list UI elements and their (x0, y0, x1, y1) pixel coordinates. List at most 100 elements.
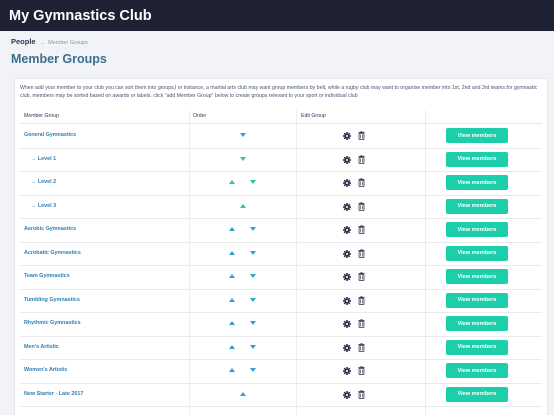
gear-icon[interactable] (343, 155, 351, 164)
column-header-edit-group: Edit Group (301, 113, 326, 119)
trash-icon[interactable] (358, 154, 365, 164)
breadcrumb-separator: → (39, 40, 46, 46)
arrow-down-icon[interactable] (250, 227, 256, 231)
arrow-down-icon[interactable] (250, 321, 256, 325)
table-row: → Level 2 View members (20, 171, 542, 196)
gear-icon[interactable] (343, 390, 351, 399)
gear-icon[interactable] (343, 249, 351, 258)
group-name-link[interactable]: → Level 1 (31, 156, 56, 162)
table-header: Member Group Order Edit Group (20, 110, 542, 124)
arrow-up-icon[interactable] (229, 321, 235, 325)
view-members-button[interactable]: View members (446, 269, 508, 284)
trash-icon[interactable] (358, 248, 365, 258)
trash-icon[interactable] (358, 342, 365, 352)
breadcrumb: People → Member Groups (0, 31, 554, 46)
trash-icon[interactable] (358, 272, 365, 281)
view-members-button[interactable]: View members (446, 339, 508, 355)
gear-icon[interactable] (343, 179, 351, 187)
trash-icon[interactable] (358, 131, 365, 140)
page-description: When add your member to your club you ca… (20, 85, 538, 100)
group-name-link[interactable]: Team Gymnastics (24, 273, 70, 279)
view-members-button[interactable]: View members (446, 222, 508, 237)
order-controls (189, 383, 296, 407)
table-row: Acrobatic Gymnastics View members (20, 242, 542, 266)
order-controls (189, 242, 296, 266)
arrow-up-icon[interactable] (229, 250, 235, 255)
view-members-button[interactable]: View members (446, 128, 508, 143)
arrow-up-icon[interactable] (229, 368, 235, 372)
column-header-member-group: Member Group (24, 113, 59, 119)
group-name-link[interactable]: New Starter - Late 2017 (24, 391, 83, 397)
trash-icon[interactable] (358, 319, 365, 328)
gear-icon[interactable] (343, 273, 351, 281)
member-groups-card: When add your member to your club you ca… (14, 78, 548, 415)
page-title: Member Groups (11, 52, 107, 66)
arrow-up-icon[interactable] (229, 344, 235, 349)
table-row: New Starter - Late 2017 View members (20, 383, 542, 407)
gear-icon[interactable] (343, 367, 351, 375)
arrow-down-icon[interactable] (250, 274, 256, 278)
arrow-down-icon[interactable] (240, 156, 246, 161)
group-name-link[interactable]: Aerobic Gymnastics (24, 226, 76, 232)
group-name-link[interactable]: → Level 3 (31, 203, 56, 209)
arrow-down-icon[interactable] (250, 250, 256, 255)
view-members-button[interactable]: View members (446, 175, 508, 190)
gear-icon[interactable] (343, 320, 351, 328)
view-members-button[interactable]: View members (446, 245, 508, 261)
trash-icon[interactable] (358, 201, 365, 211)
trash-icon[interactable] (358, 389, 365, 399)
table-row: Aerobic Gymnastics View members (20, 218, 542, 243)
table-row: Rhythmic Gymnastics View members (20, 312, 542, 337)
view-members-button[interactable]: View members (446, 316, 508, 331)
arrow-down-icon[interactable] (250, 180, 256, 184)
group-name-link[interactable]: Women's Artistic (24, 367, 68, 373)
view-members-button[interactable]: View members (446, 363, 508, 378)
table-row: General Gymnastics View members (20, 124, 542, 149)
arrow-up-icon[interactable] (240, 391, 246, 396)
breadcrumb-member-groups: Member Groups (48, 40, 88, 46)
table-row: Tumbling Gymnastics View members (20, 289, 542, 313)
arrow-up-icon[interactable] (229, 227, 235, 231)
column-header-order: Order (193, 113, 207, 119)
trash-icon[interactable] (358, 225, 365, 234)
view-members-button[interactable]: View members (446, 151, 508, 167)
group-name-link[interactable]: General Gymnastics (24, 132, 76, 138)
arrow-up-icon[interactable] (229, 180, 235, 184)
order-controls (189, 124, 296, 148)
gear-icon[interactable] (343, 226, 351, 234)
breadcrumb-people[interactable]: People (11, 37, 36, 46)
view-members-button[interactable]: View members (446, 386, 508, 402)
order-controls (189, 195, 296, 219)
table-row: → Level 3 View members (20, 195, 542, 219)
group-name-link[interactable]: Rhythmic Gymnastics (24, 320, 81, 326)
group-name-link[interactable]: → Level 2 (31, 179, 56, 185)
order-controls (189, 336, 296, 360)
arrow-down-icon[interactable] (250, 344, 256, 349)
app-title[interactable]: My Gymnastics Club (9, 8, 152, 24)
arrow-up-icon[interactable] (229, 274, 235, 278)
order-controls (189, 171, 296, 195)
gear-icon[interactable] (343, 296, 351, 305)
order-controls (189, 312, 296, 336)
group-name-link[interactable]: Tumbling Gymnastics (24, 297, 80, 303)
group-name-link[interactable]: Acrobatic Gymnastics (24, 250, 81, 256)
arrow-up-icon[interactable] (229, 297, 235, 302)
trash-icon[interactable] (358, 295, 365, 305)
table-row: Men's Artistic View members (20, 336, 542, 360)
arrow-up-icon[interactable] (240, 203, 246, 208)
top-navbar: My Gymnastics Club (0, 0, 554, 31)
trash-icon[interactable] (358, 366, 365, 375)
gear-icon[interactable] (343, 202, 351, 211)
table-row: → Level 1 View members (20, 148, 542, 172)
gear-icon[interactable] (343, 132, 351, 140)
arrow-down-icon[interactable] (250, 368, 256, 372)
trash-icon[interactable] (358, 178, 365, 187)
arrow-down-icon[interactable] (240, 133, 246, 137)
order-controls (189, 265, 296, 289)
table-row: Team Gymnastics View members (20, 265, 542, 290)
group-name-link[interactable]: Men's Artistic (24, 344, 59, 350)
view-members-button[interactable]: View members (446, 198, 508, 214)
gear-icon[interactable] (343, 343, 351, 352)
view-members-button[interactable]: View members (446, 292, 508, 308)
arrow-down-icon[interactable] (250, 297, 256, 302)
